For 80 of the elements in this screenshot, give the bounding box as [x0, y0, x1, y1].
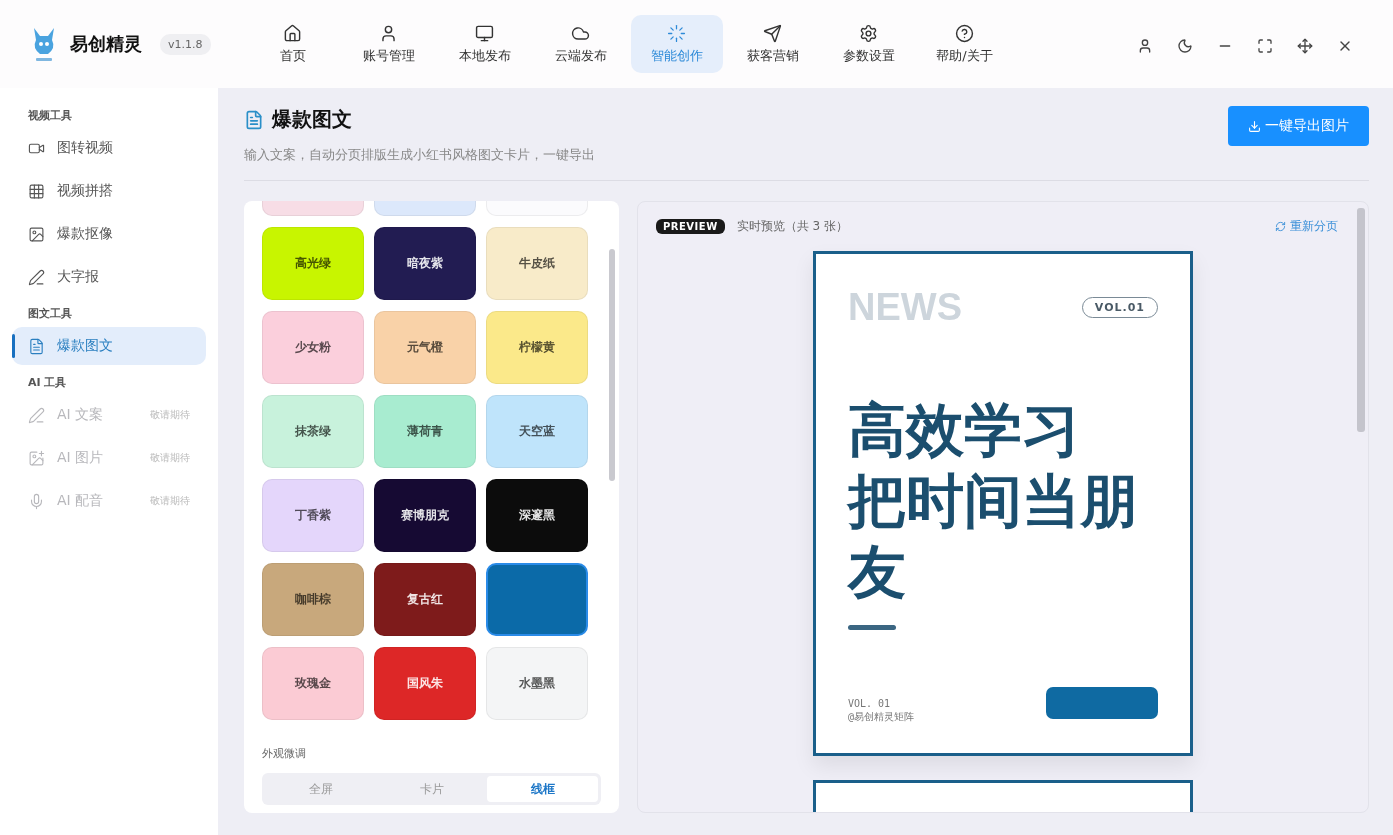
microphone-icon: [28, 492, 45, 510]
nav-tab[interactable]: 本地发布: [438, 15, 531, 73]
sidebar-label: AI 文案: [57, 406, 104, 424]
document-icon: [28, 337, 45, 355]
section-heading: 外观微调: [262, 746, 307, 761]
theme-swatch[interactable]: 薄荷青: [374, 395, 476, 468]
sidebar-item[interactable]: 大字报: [12, 258, 206, 296]
sparkle-icon: [667, 23, 686, 43]
send-icon: [763, 23, 782, 43]
page-subtitle: 输入文案，自动分页排版生成小红书风格图文卡片，一键导出: [244, 147, 595, 164]
theme-swatch[interactable]: 玫瑰金: [262, 647, 364, 720]
version-badge: v1.1.8: [160, 33, 211, 55]
settings-icon: [859, 23, 878, 43]
theme-swatch[interactable]: 抹茶绿: [262, 395, 364, 468]
theme-swatch[interactable]: 水墨黑: [486, 647, 588, 720]
nav-tab[interactable]: 智能创作: [630, 15, 723, 73]
nav-tab[interactable]: 帮助/关于: [918, 15, 1011, 73]
pen-icon: [28, 268, 45, 286]
nav-tab[interactable]: 获客营销: [726, 15, 819, 73]
monitor-icon: [475, 23, 494, 43]
theme-swatch[interactable]: 元气橙: [374, 311, 476, 384]
user-icon[interactable]: [1137, 38, 1153, 54]
coming-soon-tag: 敬请期待: [150, 494, 190, 508]
download-icon: [1248, 119, 1261, 133]
theme-swatch[interactable]: 少女粉: [262, 311, 364, 384]
theme-swatch[interactable]: 天空蓝: [486, 395, 588, 468]
theme-swatch[interactable]: 咖啡棕: [262, 563, 364, 636]
theme-swatch[interactable]: 柠檬黄: [486, 311, 588, 384]
section-heading: 视频工具: [27, 108, 73, 124]
theme-swatch[interactable]: 暗夜紫: [374, 227, 476, 300]
image-icon: [28, 225, 45, 243]
moon-icon[interactable]: [1177, 38, 1193, 54]
pen-icon: [28, 406, 45, 424]
preview-badge: PREVIEW: [656, 219, 725, 234]
nav-tab[interactable]: 云端发布: [534, 15, 627, 73]
document-icon: [244, 109, 264, 130]
refresh-icon: [1275, 221, 1286, 232]
theme-swatch[interactable]: 深邃黑: [486, 479, 588, 552]
theme-swatch[interactable]: [486, 563, 588, 636]
home-icon: [283, 23, 302, 43]
maximize-icon[interactable]: [1257, 38, 1273, 54]
app-name: 易创精灵: [70, 32, 142, 56]
sidebar-item[interactable]: 视频拼搭: [12, 172, 206, 210]
section-heading: 图文工具: [27, 306, 73, 322]
style-option[interactable]: 线框: [487, 776, 598, 802]
coming-soon-tag: 敬请期待: [150, 408, 190, 422]
preview-caption: 实时预览（共 3 张）: [736, 218, 848, 235]
help-icon: [955, 23, 974, 43]
grid-icon: [28, 182, 45, 200]
card-headline: 友: [848, 536, 907, 608]
theme-swatch[interactable]: 复古红: [374, 563, 476, 636]
page-title: 爆款图文: [272, 106, 352, 133]
sidebar-label: 大字报: [57, 268, 99, 286]
nav-tab[interactable]: 首页: [246, 15, 339, 73]
user-icon: [379, 23, 398, 43]
accent-bar: [848, 625, 896, 631]
sidebar-label: 爆款图文: [57, 337, 113, 355]
sidebar-label: AI 配音: [57, 492, 104, 510]
sidebar-item[interactable]: 爆款图文: [12, 327, 206, 365]
move-icon[interactable]: [1297, 38, 1313, 54]
section-heading: AI 工具: [27, 375, 68, 391]
card-headline: 高效学习: [848, 395, 1081, 466]
sidebar-label: 图转视频: [57, 139, 113, 157]
theme-swatch[interactable]: 赛博朋克: [374, 479, 476, 552]
sidebar-label: AI 图片: [57, 449, 104, 467]
theme-swatch[interactable]: 牛皮纸: [486, 227, 588, 300]
nav-tab[interactable]: 参数设置: [822, 15, 915, 73]
card-author: @易创精灵矩阵: [848, 710, 915, 723]
card-volume: VOL. 01: [848, 697, 892, 710]
theme-swatch[interactable]: 高光绿: [262, 227, 364, 300]
image-icon: [28, 449, 45, 467]
coming-soon-tag: 敬请期待: [150, 451, 190, 465]
card-headline: 把时间当朋: [848, 465, 1139, 537]
theme-swatch[interactable]: 国风朱: [374, 647, 476, 720]
sidebar-item[interactable]: 爆款抠像: [12, 215, 206, 253]
nav-tab[interactable]: 账号管理: [342, 15, 435, 73]
sidebar-label: 爆款抠像: [57, 225, 113, 243]
theme-swatch[interactable]: 丁香紫: [262, 479, 364, 552]
sidebar-item[interactable]: 图转视频: [12, 129, 206, 167]
sidebar-label: 视频拼搭: [57, 182, 113, 200]
